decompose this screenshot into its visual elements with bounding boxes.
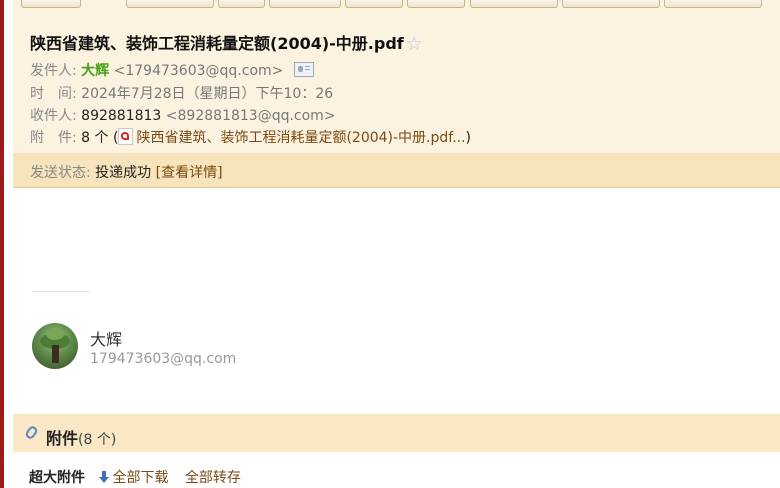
top-toolbar — [13, 0, 780, 10]
signature-email: 179473603@qq.com — [90, 351, 237, 367]
recipient-name[interactable]: 892881813 — [81, 108, 161, 124]
big-attachment-label: 超大附件 — [29, 470, 85, 486]
sender-row: 发件人: 大辉 <179473603@qq.com> — [30, 60, 314, 80]
big-attachment-actions: 超大附件 全部下载 全部转存 — [29, 467, 253, 487]
time-value: 2024年7月28日（星期日）下午10：26 — [81, 86, 334, 102]
paperclip-icon — [24, 424, 39, 441]
subject-text: 陕西省建筑、装饰工程消耗量定额(2004)-中册.pdf — [30, 34, 404, 53]
attachment-label: 附 件: — [30, 130, 77, 146]
toolbar-button[interactable] — [664, 0, 762, 8]
attachments-title-text: 附件 — [46, 429, 79, 448]
attachments-title: 附件(8 个) — [46, 425, 116, 449]
pdf-icon — [118, 128, 134, 145]
status-label: 发送状态: — [30, 165, 91, 181]
sender-label: 发件人: — [30, 63, 77, 79]
attachments-count: (8 个) — [78, 432, 117, 448]
attachment-preview-link[interactable]: 陕西省建筑、装饰工程消耗量定额(2004)-中册.pdf... — [136, 130, 465, 146]
time-row: 时 间: 2024年7月28日（星期日）下午10：26 — [30, 83, 333, 103]
attachment-row: 附 件: 8 个 (陕西省建筑、装饰工程消耗量定额(2004)-中册.pdf..… — [30, 127, 471, 147]
toolbar-button[interactable] — [562, 0, 660, 8]
time-label: 时 间: — [30, 86, 77, 102]
toolbar-button[interactable] — [218, 0, 265, 8]
recipient-email: <892881813@qq.com> — [165, 108, 336, 124]
attachments-header: 附件(8 个) — [13, 414, 780, 452]
toolbar-button[interactable] — [345, 0, 403, 8]
toolbar-button[interactable] — [126, 0, 214, 8]
contact-card-icon[interactable] — [293, 62, 314, 77]
sender-name[interactable]: 大辉 — [81, 63, 109, 79]
signature-name: 大辉 — [90, 330, 123, 349]
left-gutter — [4, 0, 13, 488]
recipient-label: 收件人: — [30, 108, 77, 124]
recipient-row: 收件人: 892881813 <892881813@qq.com> — [30, 105, 336, 125]
attachment-count: 8 个 — [81, 130, 109, 146]
avatar — [32, 323, 78, 369]
toolbar-button[interactable] — [407, 0, 465, 8]
toolbar-button[interactable] — [470, 0, 558, 8]
toolbar-button[interactable] — [21, 0, 81, 8]
delivery-status-bar: 发送状态: 投递成功 [查看详情] — [13, 153, 780, 188]
toolbar-button[interactable] — [269, 0, 341, 8]
status-value: 投递成功 — [95, 165, 152, 181]
delivery-status: 发送状态: 投递成功 [查看详情] — [30, 162, 223, 182]
mail-header: 陕西省建筑、装饰工程消耗量定额(2004)-中册.pdf ☆ 发件人: 大辉 <1… — [13, 10, 780, 153]
download-all-link[interactable]: 全部下载 — [112, 470, 168, 486]
mail-subject: 陕西省建筑、装饰工程消耗量定额(2004)-中册.pdf ☆ — [30, 30, 423, 55]
sender-email: <179473603@qq.com> — [113, 63, 284, 79]
signature-divider — [32, 291, 90, 292]
view-details-link[interactable]: [查看详情] — [156, 165, 223, 181]
download-icon — [99, 471, 110, 483]
save-all-link[interactable]: 全部转存 — [185, 470, 241, 486]
attachment-paren-close: ) — [465, 130, 472, 146]
star-icon[interactable]: ☆ — [406, 33, 423, 55]
